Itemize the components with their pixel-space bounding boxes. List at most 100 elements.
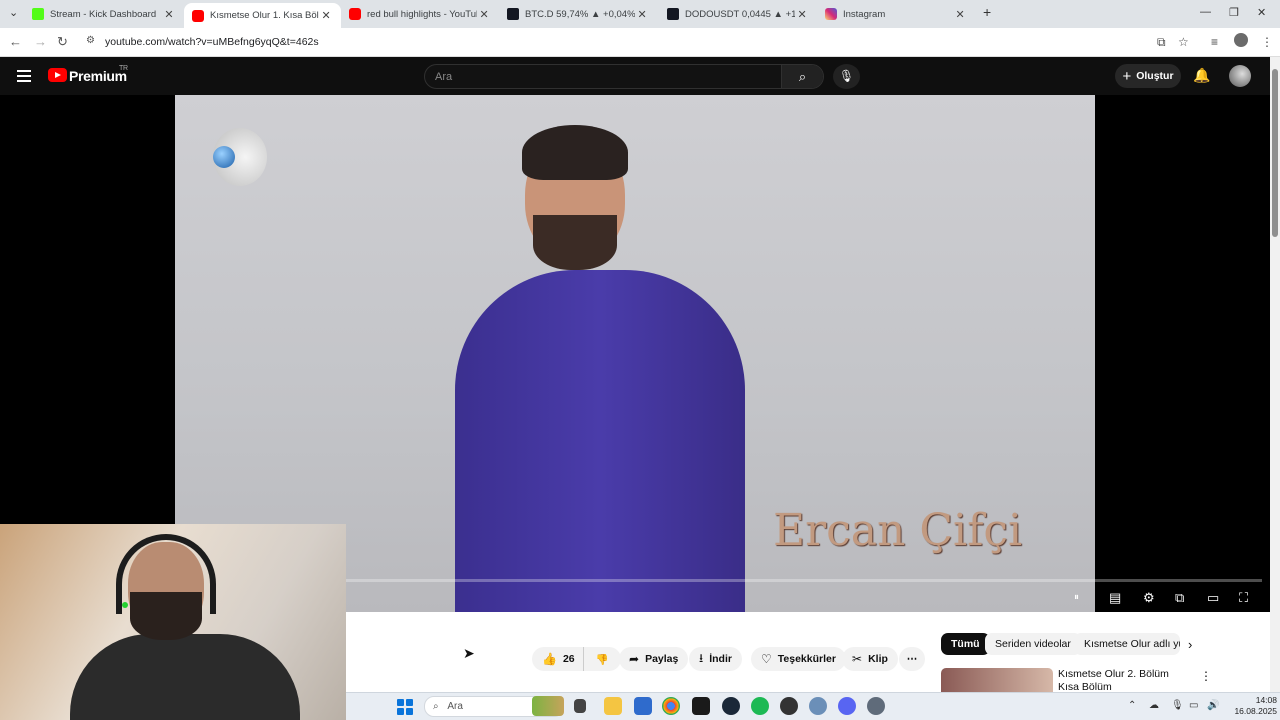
site-settings-icon[interactable]: ⚙ [86,35,95,46]
bookmark-star-icon[interactable]: ☆ [1178,35,1189,49]
window-close-icon[interactable]: ✕ [1257,6,1266,19]
microsoft-store-icon[interactable] [634,697,652,715]
taskbar-clock[interactable]: 14:08 16.08.2025 [1229,695,1277,717]
headset-led [122,602,128,608]
tray-overflow-icon[interactable]: ⌃ [1128,700,1136,711]
youtube-logo-icon[interactable] [48,68,67,82]
close-icon[interactable]: ✕ [319,9,333,22]
plus-icon: + [1122,67,1132,85]
restore-icon[interactable]: ❐ [1229,6,1239,19]
recommendation-thumbnail[interactable] [941,668,1053,692]
task-view-icon[interactable] [574,699,586,713]
browser-tab-strip: ⌄ Stream - Kick Dashboard ✕ Kısmetse Olu… [0,0,1280,28]
tray-microphone-icon[interactable]: 🎙 [1171,700,1184,711]
url-text[interactable]: youtube.com/watch?v=uMBefng6yqQ&t=462s [105,36,319,48]
new-tab-icon[interactable]: + [983,4,991,20]
more-actions-button[interactable]: ⋯ [899,647,925,671]
like-dislike-group: 👍 26 👎 [532,647,621,671]
progress-bar[interactable] [346,579,1262,582]
close-icon[interactable]: ✕ [635,8,649,21]
hamburger-menu-icon[interactable] [17,70,31,82]
dislike-button[interactable]: 👎 [582,647,621,671]
create-button[interactable]: + Oluştur [1115,64,1181,88]
chip-all[interactable]: Tümü [941,633,990,655]
tab-btc-d[interactable]: BTC.D 59,74% ▲ +0,04% Adsız ✕ [499,2,657,26]
widgets-icon[interactable] [532,696,564,716]
download-button[interactable]: ⭳ İndir [689,647,742,671]
notifications-bell-icon[interactable]: 🔔 [1193,67,1210,84]
youtube-brand[interactable]: Premium TR [69,65,128,84]
clock-date: 16.08.2025 [1234,706,1277,716]
youtube-icon [349,8,361,20]
thanks-button[interactable]: ♡ Teşekkürler [751,647,846,671]
chevron-right-icon[interactable]: › [1188,637,1192,652]
close-icon[interactable]: ✕ [162,8,176,21]
share-arrow-icon: ➦ [629,652,640,666]
taskbar-search-placeholder: Ara [447,701,463,712]
miniplayer-icon[interactable]: ⧉ [1175,590,1184,606]
subtitles-icon[interactable]: ▤ [1109,590,1121,606]
forward-icon[interactable]: → [34,34,47,49]
media-controls-icon[interactable]: ≡ [1211,35,1218,49]
volume-icon[interactable]: 🔊 [1207,700,1219,711]
app-gear-icon[interactable] [809,697,827,715]
settings-icon[interactable] [867,697,885,715]
reload-icon[interactable]: ↻ [57,34,68,50]
close-icon[interactable]: ✕ [795,8,809,21]
share-group: ➦ Paylaş [619,647,689,671]
settings-gear-icon[interactable]: ⚙ [1143,590,1155,606]
chip-series-videos[interactable]: Seriden videolar [985,633,1081,655]
obs-icon[interactable] [780,697,798,715]
autoplay-toggle-icon[interactable]: ⏸ [1074,592,1079,603]
recommendation-title[interactable]: Kısmetse Olur 2. Bölüm Kısa Bölüm [1058,668,1188,692]
tab-instagram[interactable]: Instagram ✕ [817,2,975,26]
theater-mode-icon[interactable]: ▭ [1207,590,1219,606]
recommendation-menu-icon[interactable]: ⋮ [1200,669,1212,683]
menu-kebab-icon[interactable]: ⋮ [1261,35,1273,49]
nvidia-icon[interactable] [692,697,710,715]
create-label: Oluştur [1136,70,1174,82]
address-bar[interactable]: ⚙ youtube.com/watch?v=uMBefng6yqQ&t=462s [80,31,1200,53]
thanks-label: Teşekkürler [777,653,836,665]
spotify-icon[interactable] [751,697,769,715]
voice-search-button[interactable]: 🎙 [833,64,860,89]
like-button[interactable]: 👍 26 [532,647,583,671]
tab-search-icon[interactable]: ⌄ [9,6,18,19]
fullscreen-icon[interactable]: ⛶ [1239,590,1248,606]
search-icon: ⌕ [798,69,807,84]
kick-icon [32,8,44,20]
onedrive-icon[interactable]: ☁ [1149,700,1159,711]
headset-icon [116,534,216,614]
share-button[interactable]: ➦ Paylaş [619,647,689,671]
account-avatar[interactable] [1229,65,1251,87]
share-label: Paylaş [645,653,679,665]
player-controls: ⏸ ▤ ⚙ ⧉ ▭ ⛶ [346,576,1270,612]
chrome-icon[interactable] [662,697,680,715]
tab-title: Instagram [843,8,886,20]
page-scrollbar[interactable] [1270,57,1280,692]
profile-avatar[interactable] [1234,33,1248,47]
search-box[interactable]: Ara ⌕ [424,64,824,89]
tab-dodousdt[interactable]: DODOUSDT 0,0445 ▲ +1,6% A ✕ [659,2,817,26]
download-label: İndir [709,653,732,665]
close-icon[interactable]: ✕ [477,8,491,21]
chip-channel-videos[interactable]: Kısmetse Olur adlı yü [1074,633,1180,655]
tab-red-bull-highlights[interactable]: red bull highlights - YouTube ✕ [341,2,499,26]
install-app-icon[interactable]: ⧉ [1157,35,1166,50]
network-icon[interactable]: ▭ [1189,700,1198,711]
search-button[interactable]: ⌕ [781,65,823,88]
super-thanks-icon: ♡ [761,652,772,666]
tab-title: Stream - Kick Dashboard [50,8,157,20]
tab-kick-dashboard[interactable]: Stream - Kick Dashboard ✕ [24,2,184,26]
back-icon[interactable]: ← [9,34,22,49]
clip-button[interactable]: ✂ Klip [842,647,898,671]
discord-icon[interactable] [838,697,856,715]
file-explorer-icon[interactable] [604,697,622,715]
tab-kismetse-olur[interactable]: Kısmetse Olur 1. Kısa Bölüm - Y ✕ [184,3,341,28]
clip-group: ✂ Klip [842,647,898,671]
windows-start-icon[interactable] [397,699,413,715]
close-icon[interactable]: ✕ [953,8,967,21]
minimize-icon[interactable]: — [1200,6,1211,18]
steam-icon[interactable] [722,697,740,715]
scrollbar-thumb[interactable] [1272,69,1278,237]
